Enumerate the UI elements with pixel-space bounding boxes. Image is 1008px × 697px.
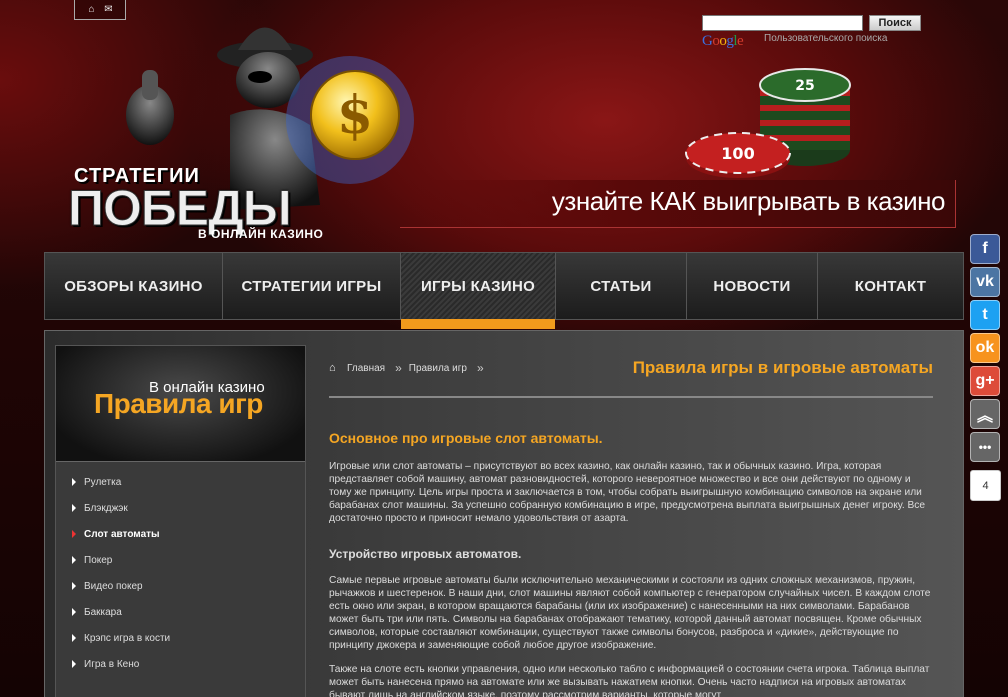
logo-line3: В ОНЛАЙН КАЗИНО <box>198 227 324 241</box>
social-share-bar: f vk t ok g+ ︽ ••• <box>970 234 1000 465</box>
sidebar-item-poker[interactable]: Покер <box>56 547 305 573</box>
sidebar-item-video-poker[interactable]: Видео покер <box>56 573 305 599</box>
main-navigation: ОБЗОРЫ КАЗИНО СТРАТЕГИИ ИГРЫ ИГРЫ КАЗИНО… <box>44 252 964 329</box>
breadcrumb-rules[interactable]: Правила игр <box>409 363 467 374</box>
header-tagline-banner: узнайте КАК выигрывать в казино <box>400 180 956 228</box>
sidebar: В онлайн казино Правила игр Рулетка Блэк… <box>55 345 306 697</box>
nav-item-contact[interactable]: КОНТАКТ <box>818 253 963 319</box>
sidebar-item-label: Слот автоматы <box>84 528 160 540</box>
sidebar-item-label: Видео покер <box>84 580 143 592</box>
sidebar-item-craps[interactable]: Крэпс игра в кости <box>56 625 305 651</box>
odnoklassniki-icon[interactable]: ok <box>970 333 1000 363</box>
sidebar-item-label: Рулетка <box>84 476 122 488</box>
search-button[interactable]: Поиск <box>869 15 921 31</box>
sidebar-header-title: Правила игр <box>94 388 263 419</box>
home-icon[interactable]: ⌂ <box>329 362 341 374</box>
double-chevron-icon: » <box>395 361 401 375</box>
main-content-area: В онлайн казино Правила игр Рулетка Блэк… <box>44 330 964 697</box>
article-heading: Основное про игровые слот автоматы. <box>329 430 603 446</box>
arrow-icon <box>72 530 76 538</box>
casino-chips-illustration: 25 100 <box>685 68 851 178</box>
arrow-icon <box>72 660 76 668</box>
sidebar-item-label: Покер <box>84 554 113 566</box>
arrow-icon <box>72 634 76 642</box>
header-tagline: узнайте КАК выигрывать в казино <box>551 186 946 216</box>
arrow-icon <box>72 556 76 564</box>
sidebar-item-slots[interactable]: Слот автоматы <box>56 521 305 547</box>
svg-text:100: 100 <box>721 144 754 163</box>
breadcrumb: ⌂ Главная » Правила игр » <box>329 361 485 375</box>
breadcrumb-home[interactable]: Главная <box>347 363 385 374</box>
sidebar-item-keno[interactable]: Игра в Кено <box>56 651 305 677</box>
arrow-icon <box>72 504 76 512</box>
home-icon[interactable]: ⌂ <box>86 4 97 15</box>
sidebar-item-label: Игра в Кено <box>84 658 140 670</box>
sidebar-item-label: Крэпс игра в кости <box>84 632 171 644</box>
scroll-up-icon[interactable]: ︽ <box>970 399 1000 429</box>
mail-icon[interactable]: ✉ <box>103 4 114 15</box>
site-logo[interactable]: СТРАТЕГИИ ПОБЕДЫ В ОНЛАЙН КАЗИНО <box>66 165 401 245</box>
google-plus-icon[interactable]: g+ <box>970 366 1000 396</box>
article-paragraph-2: Самые первые игровые автоматы были исклю… <box>329 575 931 651</box>
arrow-icon <box>72 478 76 486</box>
sidebar-header: В онлайн казино Правила игр <box>56 346 305 462</box>
top-icons-bar: ⌂ ✉ <box>74 0 126 20</box>
article-paragraph-1: Игровые или слот автоматы – присутствуют… <box>329 461 926 524</box>
article-paragraph-3: Также на слоте есть кнопки управления, о… <box>329 664 930 697</box>
nav-item-casino-reviews[interactable]: ОБЗОРЫ КАЗИНО <box>45 253 223 319</box>
nav-item-game-strategies[interactable]: СТРАТЕГИИ ИГРЫ <box>223 253 401 319</box>
svg-text:25: 25 <box>795 78 814 94</box>
search-input[interactable] <box>702 15 863 31</box>
divider <box>329 396 933 398</box>
share-counter: 4 <box>970 470 1001 501</box>
arrow-icon <box>72 582 76 590</box>
sidebar-item-label: Баккара <box>84 606 122 618</box>
article-subheading: Устройство игровых автоматов. <box>329 547 522 561</box>
sidebar-menu: Рулетка Блэкджэк Слот автоматы Покер Вид… <box>56 469 305 677</box>
twitter-icon[interactable]: t <box>970 300 1000 330</box>
nav-item-news[interactable]: НОВОСТИ <box>687 253 818 319</box>
page-title: Правила игры в игровые автоматы <box>632 358 933 377</box>
sidebar-item-label: Блэкджэк <box>84 502 128 514</box>
sidebar-item-baccarat[interactable]: Баккара <box>56 599 305 625</box>
sidebar-item-blackjack[interactable]: Блэкджэк <box>56 495 305 521</box>
google-logo: Google <box>702 33 744 49</box>
more-icon[interactable]: ••• <box>970 432 1000 462</box>
nav-item-casino-games[interactable]: ИГРЫ КАЗИНО <box>401 253 556 329</box>
custom-search-label: Пользовательского поиска <box>764 33 888 44</box>
arrow-icon <box>72 608 76 616</box>
nav-item-articles[interactable]: СТАТЬИ <box>556 253 687 319</box>
double-chevron-icon: » <box>476 361 483 375</box>
facebook-icon[interactable]: f <box>970 234 1000 264</box>
vk-icon[interactable]: vk <box>970 267 1000 297</box>
svg-text:$: $ <box>337 85 373 146</box>
sidebar-item-roulette[interactable]: Рулетка <box>56 469 305 495</box>
